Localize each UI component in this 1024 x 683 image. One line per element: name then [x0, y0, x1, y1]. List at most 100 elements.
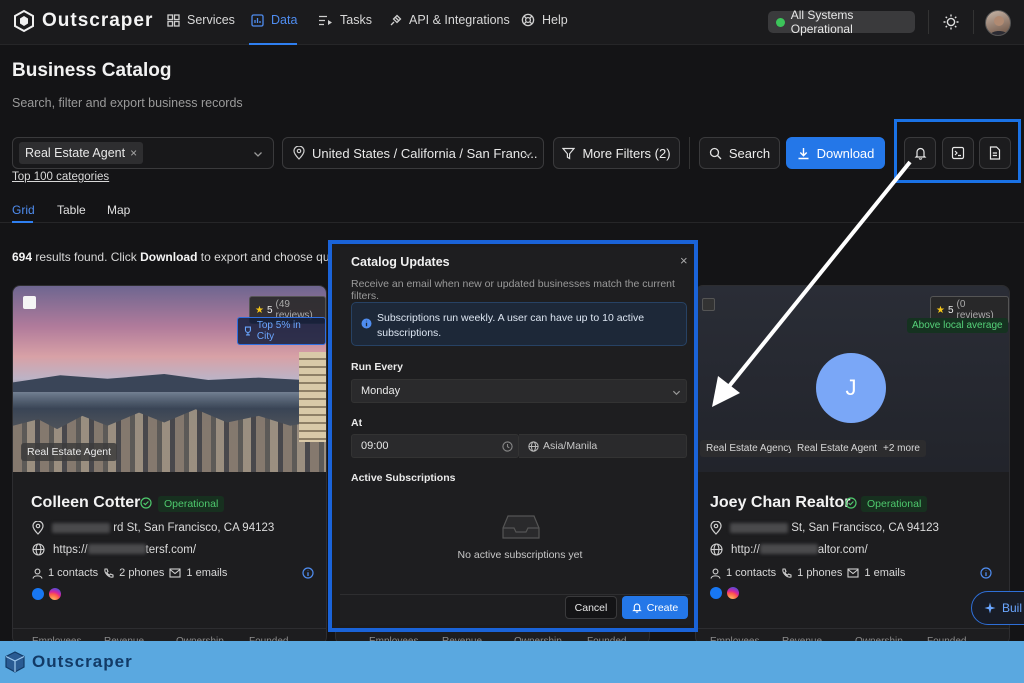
- floating-builder-button[interactable]: Buil: [971, 591, 1024, 625]
- redacted-text: [87, 544, 146, 555]
- location-value: United States / California / San Franc..…: [312, 145, 538, 161]
- business-name[interactable]: Colleen Cotter: [31, 494, 140, 512]
- create-subscription-button[interactable]: Create: [622, 596, 688, 619]
- website-suffix: altor.com/: [817, 543, 868, 556]
- tab-grid[interactable]: Grid: [12, 203, 35, 217]
- category-tag: Real Estate Agency: [700, 440, 800, 457]
- star-icon: ★: [255, 304, 264, 316]
- time-input[interactable]: 09:00: [351, 434, 519, 458]
- website-line[interactable]: http:// altor.com/: [710, 543, 868, 556]
- timezone-value: Asia/Manila: [543, 440, 598, 452]
- nav-item-api-integrations[interactable]: API & Integrations: [389, 13, 510, 27]
- floating-button-label: Buil: [1002, 601, 1023, 615]
- run-every-select[interactable]: Monday: [351, 379, 687, 403]
- globe-icon: [32, 543, 45, 556]
- website-prefix: http://: [731, 543, 760, 556]
- status-badge: Operational: [861, 496, 928, 512]
- run-every-label: Run Every: [351, 361, 403, 373]
- status-badge: Operational: [158, 496, 225, 512]
- contacts-count: 1 contacts: [726, 567, 777, 579]
- category-tag: Real Estate Agent: [791, 440, 884, 457]
- dialog-subtitle: Receive an email when new or updated bus…: [351, 278, 675, 302]
- nav-label: Help: [542, 13, 568, 27]
- info-circle-icon[interactable]: [302, 567, 314, 579]
- results-text-1: results found. Click: [32, 250, 141, 264]
- more-filters-button[interactable]: More Filters (2): [553, 137, 680, 169]
- contact-counts: 1 contacts 2 phones 1 emails: [32, 567, 227, 579]
- remove-chip-icon[interactable]: ×: [130, 146, 137, 160]
- list-play-icon: [319, 15, 332, 25]
- select-checkbox[interactable]: [23, 296, 36, 309]
- nav-item-tasks[interactable]: Tasks: [318, 13, 372, 27]
- card-divider: [696, 628, 1009, 629]
- address-line: St, San Francisco, CA 94123: [710, 521, 939, 535]
- instagram-icon[interactable]: [727, 587, 739, 599]
- chevron-down-icon: [672, 390, 681, 396]
- person-icon: [710, 568, 721, 579]
- chevron-down-icon: [254, 152, 262, 157]
- business-card[interactable]: ★ 5 (49 reviews) Top 5% in City Real Est…: [12, 285, 327, 645]
- nav-item-data[interactable]: Data: [251, 13, 297, 27]
- website-prefix: https://: [53, 543, 88, 556]
- user-avatar[interactable]: [985, 10, 1011, 36]
- website-line[interactable]: https:// tersf.com/: [32, 543, 196, 556]
- address-text: rd St, San Francisco, CA 94123: [113, 522, 275, 534]
- avatar-person-icon: [989, 16, 1009, 35]
- facebook-icon[interactable]: [32, 588, 44, 600]
- star-icon: ★: [936, 304, 945, 316]
- status-text: All Systems Operational: [790, 8, 854, 36]
- banner-brand-name: Outscraper: [32, 652, 133, 671]
- theme-toggle-button[interactable]: [942, 13, 960, 31]
- tab-active-indicator: [12, 221, 33, 223]
- dialog-footer-divider: [340, 594, 690, 595]
- category-chip: Real Estate Agent ×: [19, 142, 144, 164]
- map-pin-icon: [293, 146, 305, 160]
- person-icon: [32, 568, 43, 579]
- info-circle-icon[interactable]: [980, 567, 992, 579]
- facebook-icon[interactable]: [710, 587, 722, 599]
- close-icon[interactable]: ×: [680, 253, 688, 268]
- rank-badge: Top 5% in City: [237, 317, 326, 345]
- category-select[interactable]: Real Estate Agent ×: [12, 137, 274, 169]
- grid-icon: [167, 13, 180, 27]
- nav-item-services[interactable]: Services: [167, 13, 235, 27]
- redacted-text: [730, 522, 788, 533]
- nav-label: API & Integrations: [409, 13, 510, 27]
- performance-badge: Above local average: [907, 318, 1008, 333]
- system-status-badge[interactable]: All Systems Operational: [768, 8, 915, 36]
- tab-map[interactable]: Map: [107, 203, 130, 217]
- nav-divider: [928, 10, 929, 34]
- cancel-button[interactable]: Cancel: [565, 596, 617, 619]
- run-every-value: Monday: [361, 385, 401, 397]
- rating-value: 5: [947, 304, 954, 316]
- nav-active-indicator: [249, 43, 297, 45]
- instagram-icon[interactable]: [49, 588, 61, 600]
- business-name[interactable]: Joey Chan Realtor: [710, 494, 850, 512]
- redacted-text: [52, 522, 110, 533]
- timezone-select[interactable]: Asia/Manila: [519, 434, 687, 458]
- nav-item-help[interactable]: Help: [521, 13, 568, 27]
- sun-icon: [943, 14, 959, 30]
- create-button-label: Create: [646, 601, 679, 614]
- globe-icon: [528, 441, 539, 452]
- more-tags-badge[interactable]: +2 more: [877, 440, 926, 457]
- filter-funnel-icon: [562, 147, 576, 160]
- top-navigation: Outscraper Services Data Tasks API & Int…: [0, 0, 1024, 45]
- rank-badge-label: Top 5% in City: [256, 320, 301, 342]
- category-chip-label: Real Estate Agent: [25, 146, 126, 160]
- phones-count: 2 phones: [119, 567, 165, 579]
- top-categories-link[interactable]: Top 100 categories: [12, 171, 109, 183]
- redacted-text: [759, 544, 818, 555]
- mail-icon: [169, 568, 181, 578]
- website-suffix: tersf.com/: [145, 543, 197, 556]
- location-select[interactable]: United States / California / San Franc..…: [282, 137, 544, 169]
- mail-icon: [847, 568, 859, 578]
- phone-icon: [104, 567, 114, 578]
- tab-table[interactable]: Table: [57, 203, 86, 217]
- at-label: At: [351, 417, 363, 429]
- info-callout: Subscriptions run weekly. A user can hav…: [351, 302, 687, 346]
- trophy-icon: [244, 326, 251, 336]
- active-subscriptions-label: Active Subscriptions: [351, 472, 456, 484]
- card-divider: [13, 628, 326, 629]
- brand-logo[interactable]: Outscraper: [12, 9, 153, 33]
